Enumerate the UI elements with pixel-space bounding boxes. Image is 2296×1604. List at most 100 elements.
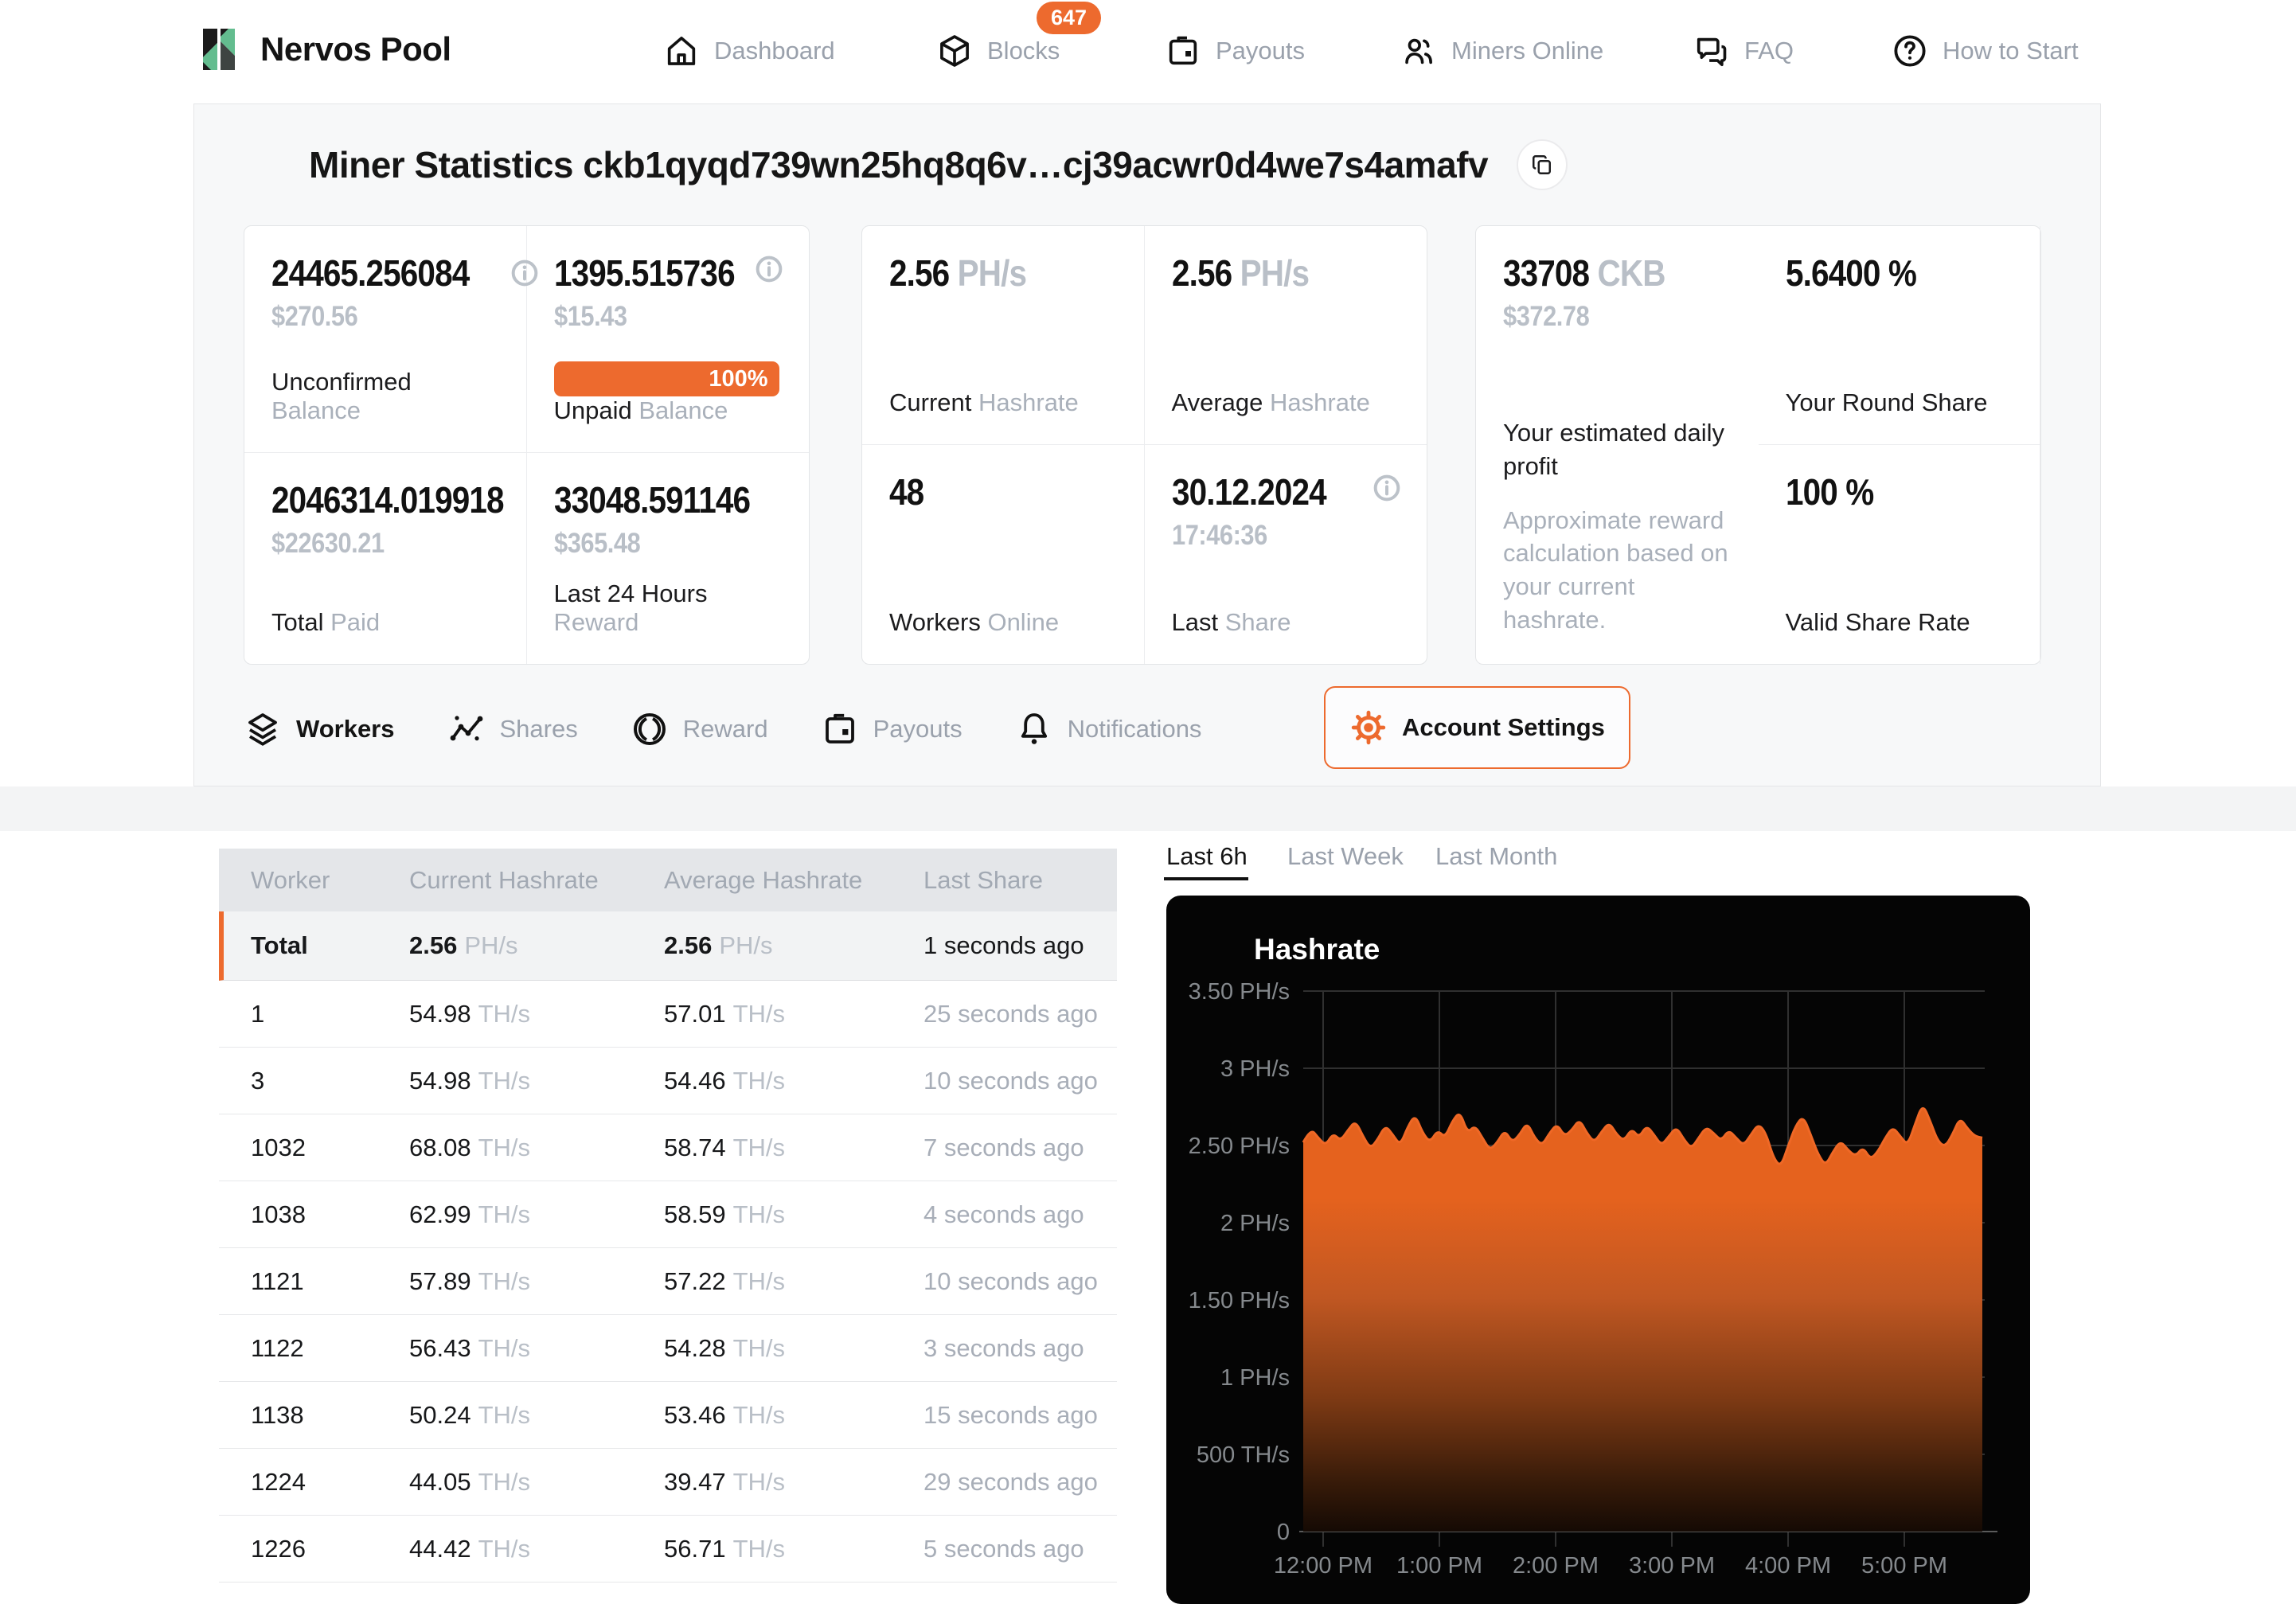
column-header-worker: Worker bbox=[251, 866, 409, 895]
card-label: Unconfirmed Balance bbox=[271, 368, 499, 425]
average-hashrate-card: 2.56 PH/s Average Hashrate bbox=[1145, 226, 1427, 445]
chart-range-tab-last-6h[interactable]: Last 6h bbox=[1166, 842, 1248, 871]
valid-share-rate-card: 100 % Valid Share Rate bbox=[1759, 445, 2041, 664]
last-24-hours-reward-card: 33048.591146 $365.48 Last 24 Hours Rewar… bbox=[527, 453, 810, 664]
page-title: Miner Statistics ckb1qyqd739wn25hq8q6v…c… bbox=[309, 143, 1488, 186]
nervos-logo-icon bbox=[193, 24, 244, 75]
cube-icon bbox=[936, 33, 973, 69]
current-hashrate-value: 2.56 PH/s bbox=[889, 252, 1026, 295]
reward-icon bbox=[631, 710, 669, 748]
card-label: Last Share bbox=[1172, 608, 1400, 637]
total-paid-card: 2046314.019918 $22630.21 Total Paid bbox=[244, 453, 527, 664]
y-axis-tick-label: 1.50 PH/s bbox=[1189, 1288, 1290, 1313]
shares-icon bbox=[447, 710, 486, 748]
nav-item-faq[interactable]: FAQ bbox=[1693, 25, 1794, 76]
tab-account-settings[interactable]: Account Settings bbox=[1324, 686, 1630, 769]
table-row: 112256.43TH/s54.28TH/s3 seconds ago bbox=[219, 1315, 1117, 1382]
info-icon[interactable] bbox=[1371, 472, 1403, 504]
daily-profit-description: Approximate reward calculation based on … bbox=[1503, 504, 1732, 637]
unconfirmed-balance-usd: $270.56 bbox=[271, 301, 471, 333]
total-paid-value: 2046314.019918 bbox=[271, 478, 504, 521]
home-icon bbox=[663, 33, 700, 69]
workers-table: Worker Current Hashrate Average Hashrate… bbox=[219, 849, 1117, 1583]
blocks-count-badge: 647 bbox=[1037, 2, 1101, 34]
nav-item-blocks[interactable]: Blocks bbox=[936, 25, 1060, 76]
total-paid-usd: $22630.21 bbox=[271, 528, 471, 560]
tab-shares[interactable]: Shares bbox=[447, 710, 578, 748]
average-hashrate-value: 2.56 PH/s bbox=[1172, 252, 1309, 295]
tab-payouts[interactable]: Payouts bbox=[821, 710, 963, 748]
column-header-last-share: Last Share bbox=[923, 866, 1117, 895]
balance-cards: 24465.256084 $270.56 Unconfirmed Balance… bbox=[244, 225, 810, 665]
table-row-total: Total 2.56PH/s 2.56PH/s 1 seconds ago bbox=[219, 911, 1117, 981]
daily-profit-usd: $372.78 bbox=[1503, 301, 1704, 333]
worker-rows: 154.98TH/s57.01TH/s25 seconds ago354.98T… bbox=[219, 981, 1117, 1583]
section-tabs: Workers Shares bbox=[244, 686, 1254, 772]
table-row: 103268.08TH/s58.74TH/s7 seconds ago bbox=[219, 1114, 1117, 1181]
gear-icon bbox=[1349, 708, 1388, 747]
valid-share-rate-value: 100 % bbox=[1786, 470, 1873, 513]
x-axis-tick-label: 4:00 PM bbox=[1745, 1553, 1831, 1579]
card-label: Average Hashrate bbox=[1172, 388, 1400, 417]
column-header-average-hashrate: Average Hashrate bbox=[664, 866, 923, 895]
table-row: 122644.42TH/s56.71TH/s5 seconds ago bbox=[219, 1516, 1117, 1583]
chart-range-active-underline bbox=[1164, 877, 1248, 880]
y-axis-tick-label: 2.50 PH/s bbox=[1189, 1134, 1290, 1159]
estimated-daily-profit-card: 33708 CKB $372.78 Your estimated daily p… bbox=[1476, 226, 1759, 664]
question-icon bbox=[1892, 33, 1928, 69]
wallet-icon bbox=[821, 710, 859, 748]
card-label: Last 24 Hours Reward bbox=[554, 580, 783, 637]
brand[interactable]: Nervos Pool bbox=[193, 24, 451, 75]
unconfirmed-balance-value: 24465.256084 bbox=[271, 252, 469, 295]
last-share-time: 17:46:36 bbox=[1172, 520, 1373, 552]
chart-range-tab-last-month[interactable]: Last Month bbox=[1435, 842, 1557, 871]
copy-address-button[interactable] bbox=[1517, 139, 1568, 190]
tab-workers[interactable]: Workers bbox=[244, 710, 395, 748]
workers-online-card: 48 Workers Online bbox=[862, 445, 1145, 664]
y-axis-tick-label: 3.50 PH/s bbox=[1189, 979, 1290, 1005]
y-axis-tick-label: 2 PH/s bbox=[1220, 1211, 1290, 1236]
section-separator bbox=[0, 786, 2296, 831]
x-axis-tick-label: 2:00 PM bbox=[1513, 1553, 1599, 1579]
layers-icon bbox=[244, 710, 282, 748]
share-cards: 5.6400 % Your Round Share 33708 CKB $372… bbox=[1475, 225, 2041, 665]
workers-online-value: 48 bbox=[889, 470, 923, 513]
daily-profit-value: 33708 CKB bbox=[1503, 252, 1665, 295]
tab-reward[interactable]: Reward bbox=[631, 710, 768, 748]
last-24-hours-reward-value: 33048.591146 bbox=[554, 478, 750, 521]
brand-name: Nervos Pool bbox=[260, 30, 451, 68]
chat-icon bbox=[1693, 33, 1730, 69]
chart-title: Hashrate bbox=[1254, 933, 1380, 966]
last-24-hours-reward-usd: $365.48 bbox=[554, 528, 755, 560]
hashrate-chart-panel: Hashrate 3.50 PH/s3 PH/s2.50 PH/s2 PH/s1… bbox=[1166, 896, 2030, 1604]
y-axis-tick-label: 0 bbox=[1277, 1520, 1290, 1545]
table-row: 112157.89TH/s57.22TH/s10 seconds ago bbox=[219, 1248, 1117, 1315]
last-share-date: 30.12.2024 bbox=[1172, 470, 1326, 513]
wallet-icon bbox=[1165, 33, 1201, 69]
unconfirmed-balance-card: 24465.256084 $270.56 Unconfirmed Balance bbox=[244, 226, 527, 453]
unpaid-balance-usd: $15.43 bbox=[554, 301, 755, 333]
column-header-current-hashrate: Current Hashrate bbox=[409, 866, 664, 895]
nav-item-payouts[interactable]: Payouts bbox=[1165, 25, 1305, 76]
card-label: Valid Share Rate bbox=[1786, 608, 2013, 637]
x-axis-tick-label: 1:00 PM bbox=[1396, 1553, 1482, 1579]
copy-icon bbox=[1530, 153, 1554, 177]
miner-statistics-panel: Miner Statistics ckb1qyqd739wn25hq8q6v…c… bbox=[193, 103, 2101, 786]
nav-item-how-to-start[interactable]: How to Start bbox=[1892, 25, 2079, 76]
chart-range-tab-last-week[interactable]: Last Week bbox=[1287, 842, 1404, 871]
hashrate-area-series bbox=[1303, 1108, 1982, 1532]
card-label: Unpaid Balance bbox=[554, 396, 783, 425]
bell-icon bbox=[1015, 710, 1053, 748]
y-axis-tick-label: 1 PH/s bbox=[1220, 1365, 1290, 1391]
info-icon[interactable] bbox=[753, 253, 785, 285]
table-row: 103862.99TH/s58.59TH/s4 seconds ago bbox=[219, 1181, 1117, 1248]
card-label: Your Round Share bbox=[1786, 388, 2013, 417]
round-share-value: 5.6400 % bbox=[1786, 252, 1916, 295]
x-axis-tick-label: 3:00 PM bbox=[1629, 1553, 1715, 1579]
nav-item-miners-online[interactable]: Miners Online bbox=[1400, 25, 1603, 76]
card-label: Total Paid bbox=[271, 608, 499, 637]
nav-item-dashboard[interactable]: Dashboard bbox=[663, 25, 835, 76]
unpaid-balance-value: 1395.515736 bbox=[554, 252, 735, 295]
round-share-card: 5.6400 % Your Round Share bbox=[1759, 226, 2041, 445]
tab-notifications[interactable]: Notifications bbox=[1015, 710, 1202, 748]
